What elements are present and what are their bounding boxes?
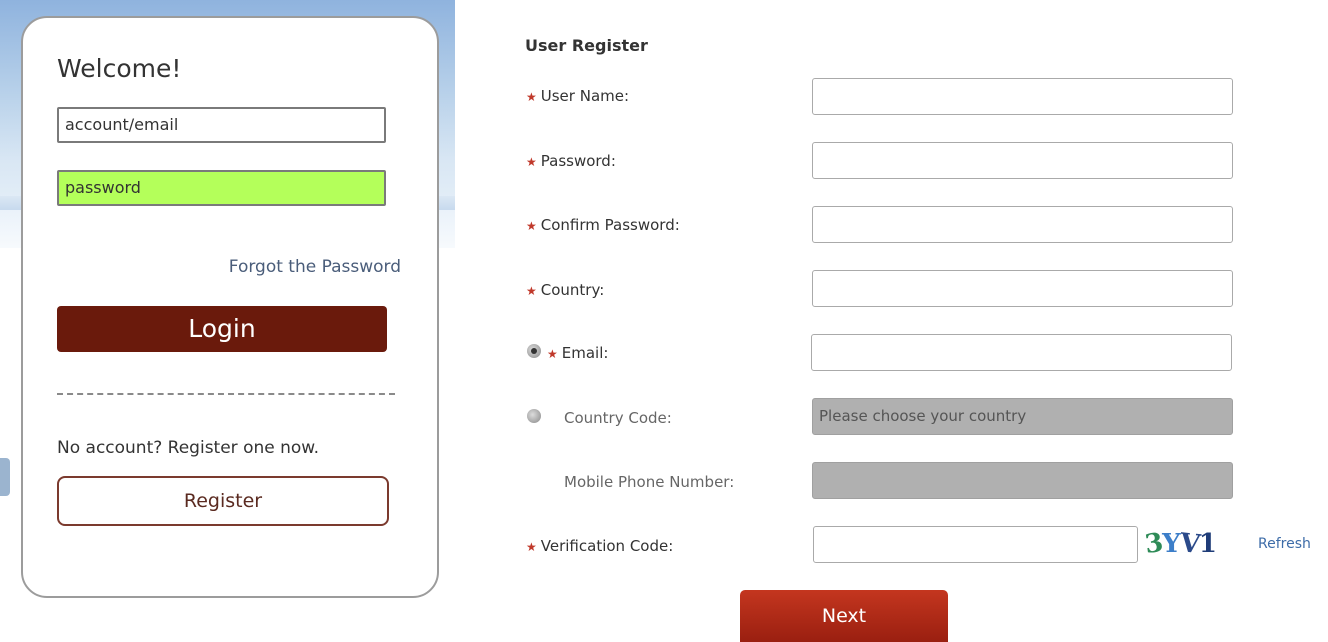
- required-star: ★: [526, 284, 537, 298]
- required-star: ★: [526, 540, 537, 554]
- verification-label: ★ Verification Code:: [526, 537, 673, 555]
- side-tab[interactable]: [0, 458, 10, 496]
- required-star: ★: [526, 90, 537, 104]
- captcha-char: Y: [1162, 529, 1181, 559]
- country-code-select[interactable]: Please choose your country: [812, 398, 1233, 435]
- required-star: ★: [526, 219, 537, 233]
- password-input[interactable]: password: [57, 170, 386, 206]
- register-button[interactable]: Register: [57, 476, 389, 526]
- email-label: ★ Email:: [547, 344, 608, 362]
- password-label-text: Password:: [540, 152, 616, 170]
- refresh-link[interactable]: Refresh: [1258, 536, 1311, 552]
- country-label-text: Country:: [540, 281, 605, 299]
- country-field[interactable]: [812, 270, 1233, 307]
- verification-label-text: Verification Code:: [540, 537, 674, 555]
- country-label: ★ Country:: [526, 281, 604, 299]
- confirm-password-label-text: Confirm Password:: [540, 216, 680, 234]
- forgot-password-link[interactable]: Forgot the Password: [229, 257, 401, 277]
- password-field[interactable]: [812, 142, 1233, 179]
- email-field[interactable]: [811, 334, 1232, 371]
- user-name-label: ★ User Name:: [526, 87, 629, 105]
- confirm-password-field[interactable]: [812, 206, 1233, 243]
- required-star: ★: [526, 155, 537, 169]
- user-name-label-text: User Name:: [540, 87, 630, 105]
- captcha-char: V: [1178, 528, 1201, 560]
- register-title: User Register: [525, 36, 648, 55]
- email-radio[interactable]: [527, 344, 541, 358]
- verification-field[interactable]: [813, 526, 1138, 563]
- email-label-text: Email:: [561, 344, 609, 362]
- divider: [57, 393, 395, 395]
- confirm-password-label: ★ Confirm Password:: [526, 216, 680, 234]
- mobile-phone-field[interactable]: [812, 462, 1233, 499]
- required-star: ★: [547, 347, 558, 361]
- user-name-input[interactable]: [812, 78, 1233, 115]
- account-email-input[interactable]: account/email: [57, 107, 386, 143]
- next-button[interactable]: Next: [740, 590, 948, 642]
- phone-radio[interactable]: [527, 409, 541, 423]
- captcha-char: 1: [1198, 529, 1217, 559]
- mobile-phone-label: Mobile Phone Number:: [564, 473, 735, 491]
- captcha-char: 3: [1142, 527, 1165, 561]
- no-account-text: No account? Register one now.: [57, 438, 320, 458]
- welcome-heading: Welcome!: [57, 54, 182, 83]
- login-card: Welcome! account/email password Forgot t…: [21, 16, 439, 598]
- country-code-label: Country Code:: [564, 409, 672, 427]
- captcha-image: 3YV1: [1142, 527, 1250, 567]
- password-label: ★ Password:: [526, 152, 616, 170]
- login-button[interactable]: Login: [57, 306, 387, 352]
